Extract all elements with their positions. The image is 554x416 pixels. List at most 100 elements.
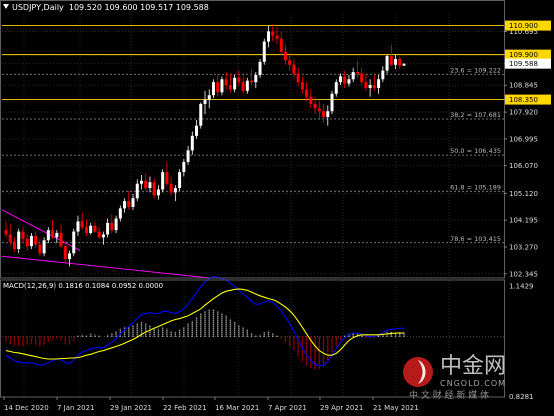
candle-body-55 (237, 77, 241, 83)
price-tick-label-8: 105.120 (509, 190, 538, 198)
candle-body-64 (275, 35, 279, 39)
candle-body-67 (288, 60, 292, 65)
candle-body-20 (89, 225, 93, 234)
fib-label-4: 78.6 = 103.415 (450, 235, 501, 243)
candle-body-74 (317, 108, 321, 112)
candle-body-76 (326, 111, 330, 117)
fib-label-0: 23.6 = 109.222 (450, 66, 501, 74)
candle-body-4 (21, 231, 25, 239)
candle-body-91 (389, 56, 393, 65)
candle-body-61 (262, 41, 266, 62)
candle-body-12 (55, 233, 59, 238)
macd-tick-label-1: 0.8281 (509, 393, 534, 401)
candle-body-9 (42, 240, 46, 254)
candle-body-51 (220, 79, 224, 93)
candle-body-72 (309, 96, 313, 104)
candle-body-23 (101, 234, 105, 238)
candle-body-6 (29, 235, 33, 247)
candle-body-16 (72, 231, 76, 254)
candle-body-33 (144, 180, 148, 189)
candle-body-80 (343, 76, 347, 84)
candle-body-59 (254, 74, 258, 83)
candle-body-32 (139, 180, 143, 184)
candle-body-62 (267, 31, 271, 42)
candle-body-42 (182, 161, 186, 173)
candle-body-13 (59, 233, 63, 247)
fib-label-3: 61.8 = 105.189 (450, 183, 501, 191)
candle-body-92 (394, 58, 398, 65)
candle-body-2 (12, 241, 16, 249)
date-tick-label-0: 14 Dec 2020 (4, 404, 49, 412)
candle-body-69 (296, 73, 300, 83)
candle-body-87 (372, 85, 376, 88)
candle-body-11 (51, 230, 55, 238)
candle-body-49 (211, 82, 215, 96)
candle-body-26 (114, 218, 118, 231)
candle-body-68 (292, 64, 296, 74)
candle-body-84 (360, 73, 364, 83)
candle-body-40 (173, 188, 177, 193)
candle-body-77 (330, 93, 334, 112)
candle-body-24 (106, 222, 110, 235)
candle-body-81 (347, 79, 351, 84)
candle-body-29 (127, 201, 131, 207)
candle-body-86 (368, 85, 372, 88)
dropdown-triangle-icon[interactable] (3, 4, 9, 9)
date-tick-label-4: 16 Mar 2021 (215, 404, 259, 412)
candle-body-37 (161, 172, 165, 190)
candle-body-0 (4, 230, 8, 235)
candle-body-15 (68, 253, 72, 260)
candle-body-83 (355, 72, 359, 74)
chart-title: USDJPY,Daily 109.520 109.600 109.517 109… (3, 3, 209, 12)
candle-body-66 (283, 51, 287, 61)
candle-body-63 (271, 31, 275, 36)
price-tick-label-10: 103.270 (509, 243, 538, 251)
candle-body-3 (17, 231, 21, 249)
fib-label-1: 38.2 = 107.681 (450, 111, 501, 119)
candle-body-53 (228, 85, 232, 90)
cngold-logo-circle (403, 357, 433, 387)
candle-body-31 (135, 183, 139, 199)
candle-body-71 (305, 89, 309, 97)
candle-body-43 (186, 150, 190, 162)
candle-body-44 (190, 135, 194, 151)
candle-body-36 (156, 189, 160, 196)
date-tick-label-2: 29 Jan 2021 (110, 404, 152, 412)
watermark-url: CNGOLD.COM (440, 379, 506, 388)
symbol-period: USDJPY,Daily (12, 3, 64, 12)
price-tick-label-6: 106.995 (509, 135, 538, 143)
candle-body-46 (199, 103, 203, 126)
candle-body-52 (224, 79, 228, 86)
candle-body-89 (381, 70, 385, 80)
candle-body-78 (334, 82, 338, 94)
ohlc-readout: 109.520 109.600 109.517 109.588 (68, 3, 209, 12)
candle-body-88 (377, 79, 381, 88)
candle-body-39 (169, 183, 173, 193)
macd-label: MACD(12,26,9) 0.1816 0.1084 0.0952 0.000… (3, 282, 164, 290)
candle-body-90 (385, 56, 389, 71)
current-price-label: 109.588 (509, 60, 538, 68)
candle-body-1 (8, 234, 12, 242)
date-tick-label-1: 7 Jan 2021 (57, 404, 95, 412)
candle-body-27 (118, 208, 122, 219)
candle-body-8 (38, 244, 42, 254)
candle-body-10 (46, 230, 50, 241)
candle-body-70 (300, 82, 304, 90)
candle-body-48 (207, 95, 211, 100)
candle-body-18 (80, 221, 84, 228)
candle-body-19 (84, 227, 88, 234)
chart-canvas[interactable]: 23.6 = 109.222 38.2 = 107.681 50.0 = 106.4… (0, 0, 554, 416)
level-price-label-0: 110.900 (509, 22, 538, 30)
candle-body-25 (110, 222, 114, 231)
candle-body-75 (322, 111, 326, 117)
date-tick-label-7: 21 May 2021 (373, 404, 419, 412)
macd-tick-label-0: 1.1429 (509, 283, 534, 291)
fib-label-2: 50.0 = 106.435 (450, 147, 501, 155)
candle-body-47 (203, 99, 207, 104)
candle-body-28 (123, 201, 127, 209)
candle-body-60 (258, 61, 262, 75)
candle-body-35 (152, 182, 156, 196)
candle-body-45 (195, 125, 199, 136)
candle-body-5 (25, 238, 29, 247)
candle-body-30 (131, 198, 135, 207)
